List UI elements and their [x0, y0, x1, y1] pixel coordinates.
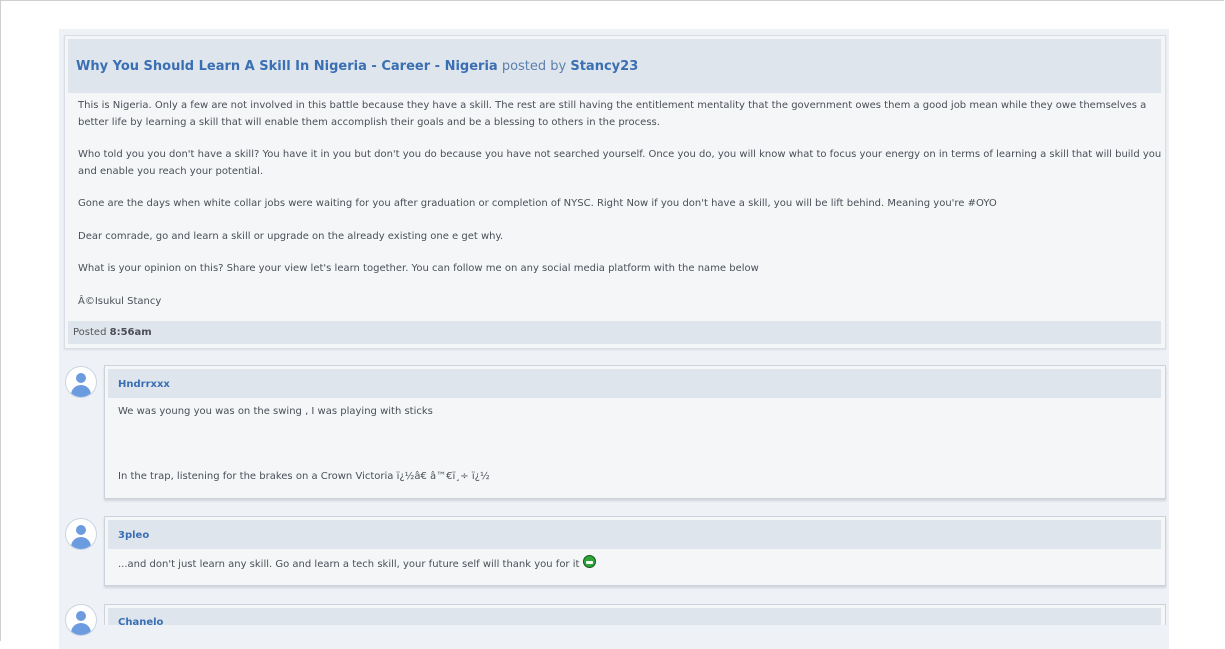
section-link[interactable]: Career — [381, 59, 430, 74]
posted-time: Posted 8:56am — [73, 327, 152, 338]
avatar[interactable] — [65, 518, 97, 550]
reply-text-content: ...and don't just learn any skill. Go an… — [118, 559, 580, 570]
post-body: This is Nigeria. Only a few are not invo… — [78, 98, 1163, 326]
reply-body: We was young you was on the swing , I wa… — [118, 404, 1148, 485]
post-paragraph: Gone are the days when white collar jobs… — [78, 198, 997, 209]
reply-post: 3pleo ...and don't just learn any skill.… — [104, 516, 1166, 586]
title-separator: - — [366, 59, 382, 74]
posted-label: Posted — [73, 327, 110, 338]
author-link[interactable]: Stancy23 — [570, 59, 638, 74]
reply-header: Chanelo — [108, 608, 1161, 628]
avatar-head-icon — [76, 525, 86, 535]
reply-body: ...and don't just learn any skill. Go an… — [118, 555, 1148, 573]
reply-header: Hndrrxxx — [108, 369, 1161, 398]
topic-title-link[interactable]: Why You Should Learn A Skill In Nigeria — [76, 59, 367, 74]
reply-post: Hndrrxxx We was young you was on the swi… — [104, 365, 1166, 499]
post-paragraph: This is Nigeria. Only a few are not invo… — [78, 100, 1147, 128]
post-paragraph: Dear comrade, go and learn a skill or up… — [78, 230, 504, 242]
avatar[interactable] — [65, 366, 97, 398]
reply-username[interactable]: 3pleo — [118, 530, 149, 541]
reply-text: In the trap, listening for the brakes on… — [118, 471, 490, 482]
post-paragraph: What is your opinion on this? Share your… — [78, 263, 759, 274]
opening-post: Why You Should Learn A Skill In Nigeria … — [64, 35, 1166, 349]
avatar-body-icon — [71, 537, 91, 549]
post-signature: Â©Isukul Stancy — [78, 295, 162, 307]
board-link[interactable]: Nigeria — [445, 59, 498, 74]
post-footer: Posted 8:56am — [68, 321, 1161, 344]
post-title: Why You Should Learn A Skill In Nigeria … — [76, 59, 638, 74]
reply-header: 3pleo — [108, 520, 1161, 549]
reply-username[interactable]: Chanelo — [118, 617, 163, 628]
posted-by-label: posted by — [497, 59, 571, 74]
post-paragraph: Who told you you don't have a skill? You… — [78, 149, 1162, 177]
title-separator: - — [430, 59, 445, 74]
avatar[interactable] — [65, 604, 97, 636]
avatar-body-icon — [71, 385, 91, 397]
reply-username[interactable]: Hndrrxxx — [118, 379, 170, 390]
avatar-head-icon — [76, 611, 86, 621]
posted-time-value: 8:56am — [109, 327, 152, 338]
post-header: Why You Should Learn A Skill In Nigeria … — [68, 39, 1161, 93]
reply-post: Chanelo — [104, 604, 1166, 628]
reply-text: We was young you was on the swing , I wa… — [118, 406, 433, 417]
reply-text: ...and don't just learn any skill. Go an… — [118, 555, 1148, 573]
avatar-body-icon — [71, 623, 91, 635]
avatar-head-icon — [76, 373, 86, 383]
grin-emoji-icon — [583, 555, 597, 568]
